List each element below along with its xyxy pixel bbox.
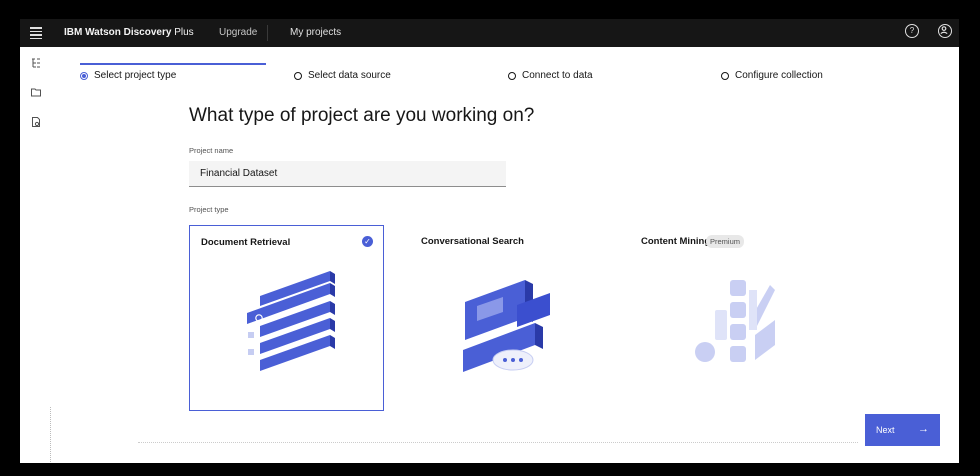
step-incomplete-icon (508, 71, 516, 80)
card-title: Document Retrieval (201, 237, 291, 248)
brand-name[interactable]: IBM Watson Discovery Plus (64, 27, 194, 38)
card-title: Content Mining (641, 236, 711, 247)
conversational-search-illustration (463, 280, 550, 372)
card-title: Conversational Search (421, 236, 524, 247)
next-button[interactable]: Next → (865, 414, 940, 446)
step-configure-collection[interactable]: Configure collection (721, 70, 823, 81)
document-settings-icon[interactable] (30, 116, 42, 128)
project-name-label: Project name (189, 146, 234, 155)
user-icon[interactable] (938, 24, 952, 38)
folder-icon[interactable] (30, 86, 42, 98)
decorative-dotted-line (138, 442, 858, 443)
step-select-data-source[interactable]: Select data source (294, 70, 391, 81)
step-label: Select project type (94, 70, 177, 81)
app-frame: IBM Watson Discovery Plus Upgrade My pro… (20, 19, 959, 463)
project-name-input[interactable]: Financial Dataset (189, 161, 506, 187)
project-type-card-document-retrieval[interactable]: Document Retrieval ✓ (189, 225, 384, 411)
document-retrieval-illustration (247, 271, 335, 371)
help-icon[interactable]: ? (905, 24, 919, 38)
nav-upgrade-link[interactable]: Upgrade (219, 27, 257, 38)
progress-indicator: Select project type Select data source C… (80, 63, 940, 85)
brand-title: IBM Watson Discovery (64, 27, 172, 38)
next-button-label: Next (876, 425, 895, 435)
checkmark-icon: ✓ (362, 236, 373, 247)
project-type-card-content-mining[interactable]: Content Mining Premium (630, 225, 825, 411)
progress-active-line (80, 63, 266, 65)
decorative-dotted-line (50, 407, 51, 462)
step-label: Connect to data (522, 70, 593, 81)
page-title: What type of project are you working on? (189, 105, 535, 126)
step-connect-to-data[interactable]: Connect to data (508, 70, 593, 81)
brand-suffix: Plus (174, 27, 194, 38)
premium-badge: Premium (706, 235, 745, 248)
nav-divider (267, 25, 268, 41)
step-incomplete-icon (294, 71, 302, 80)
step-active-icon (80, 71, 88, 80)
content-mining-illustration (695, 280, 775, 362)
project-type-label: Project type (189, 205, 229, 214)
tree-view-icon[interactable] (30, 57, 42, 69)
top-bar: IBM Watson Discovery Plus Upgrade My pro… (20, 19, 959, 47)
step-label: Select data source (308, 70, 391, 81)
nav-my-projects-link[interactable]: My projects (290, 27, 341, 38)
step-select-project-type[interactable]: Select project type (80, 70, 176, 81)
project-type-card-conversational-search[interactable]: Conversational Search (410, 225, 605, 411)
step-label: Configure collection (735, 70, 823, 81)
hamburger-menu-icon[interactable] (30, 26, 42, 40)
arrow-right-icon: → (918, 423, 929, 435)
step-incomplete-icon (721, 71, 729, 80)
